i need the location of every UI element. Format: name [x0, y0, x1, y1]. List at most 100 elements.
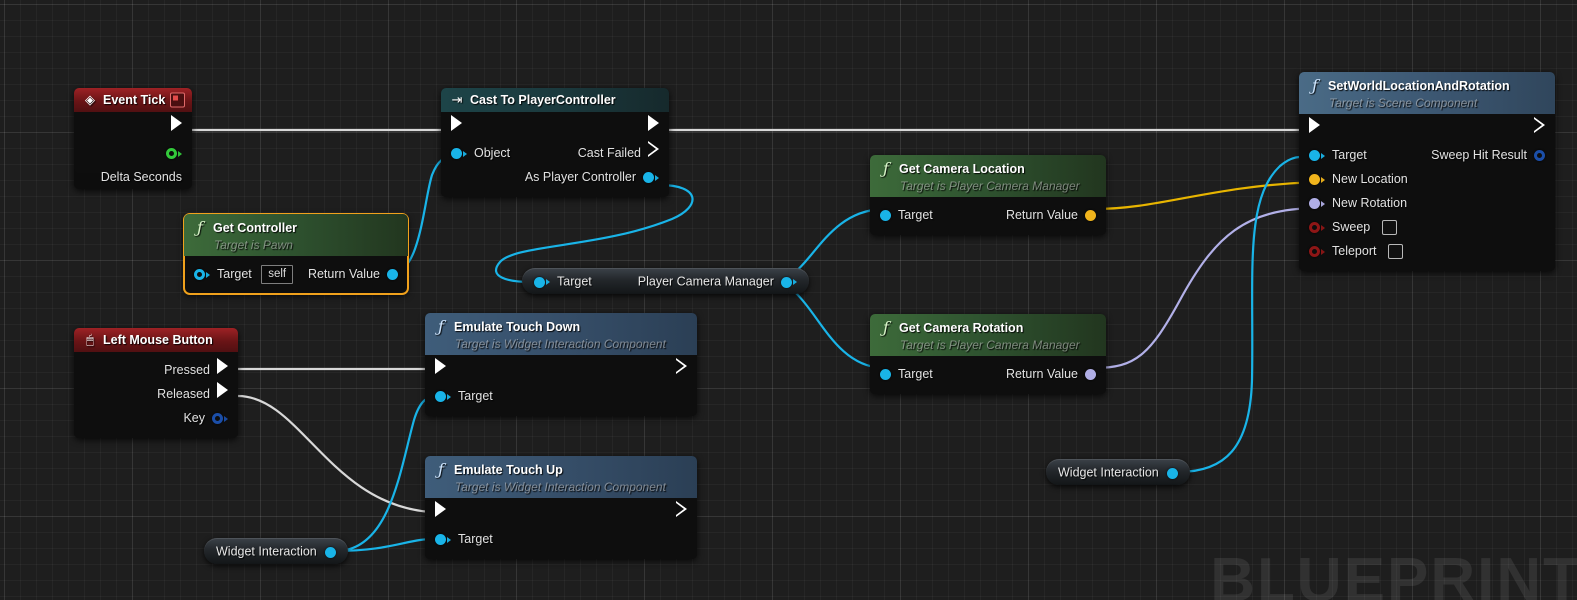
node-get-controller[interactable]: ƒ Get Controller Target is Pawn Target se… [183, 213, 409, 295]
teleport-checkbox[interactable] [1387, 244, 1403, 260]
new-rotation-label: New Rotation [1332, 196, 1408, 210]
widget-interaction-label: Widget Interaction [216, 544, 317, 559]
delta-seconds-pin[interactable] [166, 141, 182, 165]
cast-failed-exec-pin[interactable] [648, 141, 659, 157]
function-f-icon: ƒ [438, 317, 444, 336]
pin-row-target-return[interactable]: Target self Return Value [184, 262, 408, 286]
exec-out-pin[interactable] [1534, 117, 1545, 133]
pin-row-target[interactable]: Target Sweep Hit Result [1299, 143, 1555, 167]
output-pin[interactable] [780, 269, 797, 295]
node-subtitle: Target is Player Camera Manager [900, 179, 1080, 193]
pin-row-sweep[interactable]: Sweep [1299, 215, 1555, 239]
output-pin[interactable] [324, 539, 336, 565]
pin-row-new-rotation[interactable]: New Rotation [1299, 191, 1555, 215]
pin-row-exec[interactable] [425, 501, 697, 527]
pin-row-target[interactable]: Target [425, 384, 697, 408]
target-pin[interactable] [880, 203, 891, 227]
wire-pcm-to-getcamerarotation [770, 280, 884, 370]
pin-row-target-return[interactable]: Target Return Value [870, 362, 1106, 386]
target-label: Target [458, 389, 493, 403]
pin-row-object[interactable]: Object Cast Failed [441, 141, 669, 165]
wire-camerarotation-to-newrotation [1093, 206, 1318, 370]
return-value-label: Return Value [307, 267, 380, 281]
as-player-controller-pin[interactable] [643, 165, 659, 189]
node-emulate-touch-up[interactable]: ƒ Emulate Touch Up Target is Widget Inter… [425, 456, 697, 559]
output-pin[interactable] [1166, 460, 1178, 486]
node-header: ƒ Emulate Touch Up Target is Widget Inter… [425, 456, 697, 498]
blueprint-graph-canvas[interactable]: BLUEPRINT ◈ Event Tick Delta Seconds ⇥ C… [0, 0, 1577, 600]
sweep-checkbox[interactable] [1381, 220, 1397, 236]
return-value-pin[interactable] [1085, 362, 1096, 386]
node-get-camera-location[interactable]: ƒ Get Camera Location Target is Player Ca… [870, 155, 1106, 235]
event-diamond-icon: ◈ [85, 92, 95, 107]
node-player-camera-manager[interactable]: Target Player Camera Manager [522, 268, 809, 294]
node-set-world-location-and-rotation[interactable]: ƒ SetWorldLocationAndRotation Target is S… [1299, 72, 1555, 271]
sweep-hit-result-pin[interactable] [1534, 143, 1545, 167]
node-widget-interaction-right[interactable]: Widget Interaction [1046, 459, 1190, 485]
exec-in-pin[interactable] [1309, 117, 1320, 133]
return-value-pin[interactable] [1085, 203, 1096, 227]
target-pin[interactable] [435, 384, 451, 408]
new-rotation-pin[interactable] [1309, 191, 1325, 215]
sweep-label: Sweep [1332, 220, 1371, 234]
target-label: Target [458, 532, 493, 546]
pressed-exec-pin[interactable] [217, 358, 228, 374]
pressed-label: Pressed [164, 363, 210, 377]
node-emulate-touch-down[interactable]: ƒ Emulate Touch Down Target is Widget Int… [425, 313, 697, 416]
cast-arrow-icon: ⇥ [451, 92, 463, 107]
target-pin[interactable] [435, 527, 451, 551]
node-body: Delta Seconds [74, 112, 192, 184]
pin-row-pressed[interactable]: Pressed [74, 358, 238, 382]
pin-row-exec[interactable] [441, 115, 669, 141]
target-pin[interactable] [534, 269, 550, 295]
target-pin[interactable] [194, 262, 210, 286]
node-event-tick[interactable]: ◈ Event Tick Delta Seconds [74, 88, 192, 189]
pin-row-exec[interactable] [1299, 117, 1555, 143]
teleport-label: Teleport [1332, 244, 1377, 258]
pin-row-teleport[interactable]: Teleport [1299, 239, 1555, 263]
target-pin[interactable] [1309, 143, 1325, 167]
pin-row-new-location[interactable]: New Location [1299, 167, 1555, 191]
node-cast-to-player-controller[interactable]: ⇥ Cast To PlayerController Object Cast Fa… [441, 88, 669, 197]
wire-widgetinteraction-to-touchdown-target [334, 394, 439, 553]
node-body: Target Return Value [870, 197, 1106, 235]
node-left-mouse-button[interactable]: 🖱 Left Mouse Button Pressed Released Key [74, 328, 238, 438]
pin-row-exec-out[interactable] [74, 115, 192, 141]
sweep-pin[interactable] [1309, 215, 1325, 239]
new-location-pin[interactable] [1309, 167, 1325, 191]
target-self-value[interactable]: self [261, 265, 294, 285]
pin-row-released[interactable]: Released [74, 382, 238, 406]
object-pin[interactable] [451, 141, 467, 165]
pin-row-target-return[interactable]: Target Return Value [870, 203, 1106, 227]
target-pin[interactable] [880, 362, 891, 386]
exec-in-pin[interactable] [451, 115, 462, 131]
pin-row-key[interactable]: Key [74, 406, 238, 430]
exec-out-pin[interactable] [648, 115, 659, 131]
pin-row-as-player-controller[interactable]: As Player Controller [441, 165, 669, 189]
pin-row-exec[interactable] [425, 358, 697, 384]
exec-out-pin[interactable] [676, 501, 687, 517]
node-header: ƒ Get Camera Location Target is Player Ca… [870, 155, 1106, 197]
node-title: Get Camera Rotation [899, 320, 1024, 335]
exec-out-pin[interactable] [676, 358, 687, 374]
wire-widgetinteraction-to-touchup-target [334, 537, 439, 553]
wire-released-to-touchup [236, 394, 433, 514]
node-header: ƒ Get Camera Rotation Target is Player Ca… [870, 314, 1106, 356]
exec-in-pin[interactable] [435, 501, 446, 517]
pin-row-target[interactable]: Target [425, 527, 697, 551]
exec-out-pin[interactable] [171, 115, 182, 131]
exec-in-pin[interactable] [435, 358, 446, 374]
return-value-pin[interactable] [387, 262, 398, 286]
node-subtitle: Target is Pawn [214, 238, 293, 252]
node-get-camera-rotation[interactable]: ƒ Get Camera Rotation Target is Player Ca… [870, 314, 1106, 394]
key-pin[interactable] [212, 406, 228, 430]
teleport-pin[interactable] [1309, 239, 1325, 263]
node-widget-interaction-bottom[interactable]: Widget Interaction [204, 538, 348, 564]
function-f-icon: ƒ [438, 460, 444, 479]
return-value-label: Return Value [1005, 367, 1078, 381]
node-title: Cast To PlayerController [470, 93, 616, 107]
target-label: Target [898, 208, 933, 222]
released-exec-pin[interactable] [217, 382, 228, 398]
event-stop-icon[interactable] [170, 92, 185, 108]
pin-row-delta-seconds[interactable]: Delta Seconds [74, 141, 192, 184]
